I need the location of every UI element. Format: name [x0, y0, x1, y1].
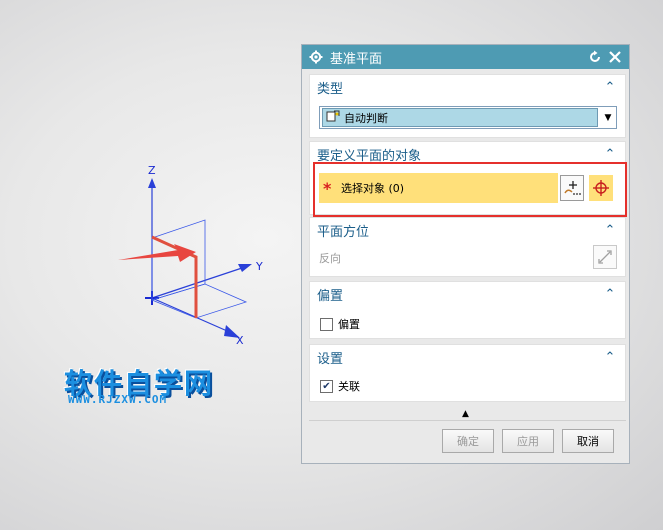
collapse-up-icon[interactable]: ▲ — [462, 409, 469, 419]
chevron-up-icon[interactable]: ⌃ — [603, 350, 617, 365]
chevron-up-icon[interactable]: ⌃ — [603, 223, 617, 238]
datum-plane-dialog: 基准平面 类型 ⌃ 自动判断 ▼ 要定义平面的对象 ⌃ * 选择对象 (0) 平… — [301, 44, 630, 464]
section-settings-label: 设置 — [317, 351, 344, 367]
point-dialog-button[interactable] — [560, 175, 584, 201]
chevron-up-icon[interactable]: ⌃ — [603, 287, 617, 302]
section-orientation-header[interactable]: 平面方位 ⌃ — [310, 218, 625, 242]
gear-icon — [308, 49, 324, 65]
offset-checkbox-row[interactable]: 偏置 — [320, 316, 360, 332]
dropdown-arrow-icon[interactable]: ▼ — [600, 113, 616, 123]
offset-checkbox-label: 偏置 — [338, 318, 360, 331]
section-offset-header[interactable]: 偏置 ⌃ — [310, 282, 625, 306]
section-settings: 设置 ⌃ ✔ 关联 — [309, 344, 626, 402]
section-offset: 偏置 ⌃ 偏置 — [309, 281, 626, 339]
section-orientation-label: 平面方位 — [317, 224, 370, 240]
associative-checkbox-label: 关联 — [338, 380, 360, 393]
section-type: 类型 ⌃ 自动判断 ▼ — [309, 74, 626, 138]
select-object-field[interactable]: * 选择对象 (0) — [319, 173, 558, 203]
auto-infer-icon — [326, 110, 340, 126]
required-star-icon: * — [323, 178, 332, 198]
section-settings-header[interactable]: 设置 ⌃ — [310, 345, 625, 369]
sketch-curve[interactable] — [151, 235, 198, 318]
section-objects-header[interactable]: 要定义平面的对象 ⌃ — [310, 142, 625, 166]
dialog-titlebar[interactable]: 基准平面 — [302, 45, 629, 69]
ok-button[interactable]: 确定 — [442, 429, 494, 453]
point-add-icon — [564, 181, 581, 195]
close-icon[interactable] — [607, 49, 623, 65]
reverse-direction-label: 反向 — [319, 252, 341, 265]
horizontal-plane — [150, 283, 248, 319]
type-select[interactable]: 自动判断 ▼ — [319, 106, 617, 129]
cancel-button[interactable]: 取消 — [562, 429, 614, 453]
z-axis-label: Z — [148, 164, 156, 177]
type-select-value: 自动判断 — [344, 111, 388, 125]
crosshair-icon — [593, 180, 609, 196]
chevron-up-icon[interactable]: ⌃ — [603, 147, 617, 162]
reverse-direction-button[interactable] — [593, 245, 617, 269]
chevron-up-icon[interactable]: ⌃ — [603, 80, 617, 95]
associative-checkbox[interactable]: ✔ — [320, 379, 333, 393]
crosshair-select-button[interactable] — [589, 175, 613, 201]
reset-icon[interactable] — [587, 49, 603, 65]
x-axis-label: X — [236, 334, 244, 347]
offset-checkbox[interactable] — [320, 317, 333, 331]
section-objects-label: 要定义平面的对象 — [317, 148, 422, 164]
divider — [309, 420, 626, 421]
select-object-label: 选择对象 (0) — [341, 182, 405, 195]
associative-checkbox-row[interactable]: ✔ 关联 — [320, 378, 360, 394]
y-axis-label: Y — [255, 260, 263, 273]
pointer-arrow — [118, 244, 196, 262]
section-offset-label: 偏置 — [317, 288, 344, 304]
section-type-label: 类型 — [317, 81, 344, 97]
section-objects: 要定义平面的对象 ⌃ * 选择对象 (0) — [309, 141, 626, 215]
reverse-arrows-icon — [598, 250, 612, 264]
z-axis-arrow — [148, 178, 156, 188]
y-axis-arrow — [238, 264, 252, 272]
section-type-header[interactable]: 类型 ⌃ — [310, 75, 625, 99]
watermark-url: WWW.RJZXW.COM — [68, 393, 168, 406]
apply-button[interactable]: 应用 — [502, 429, 554, 453]
section-orientation: 平面方位 ⌃ 反向 — [309, 217, 626, 277]
dialog-title: 基准平面 — [330, 51, 383, 67]
